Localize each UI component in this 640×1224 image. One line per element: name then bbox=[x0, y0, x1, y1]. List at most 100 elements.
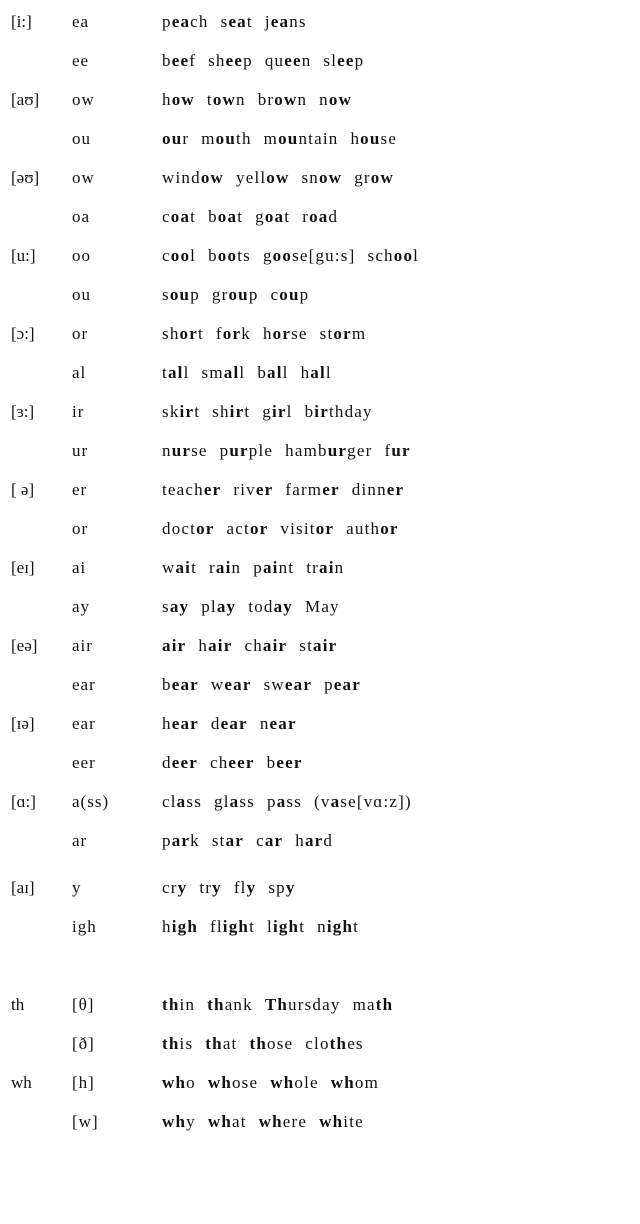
consonant-row: wh [h] who whose whole whom bbox=[0, 1069, 640, 1108]
example-word: this bbox=[162, 1034, 194, 1053]
example-word: cry bbox=[162, 878, 188, 897]
example-word: swear bbox=[263, 675, 313, 694]
vowel-row: [əʊ] ow window yellow snow grow bbox=[0, 164, 640, 203]
example-word: whom bbox=[330, 1073, 380, 1092]
example-words: our mouth mountain house bbox=[162, 125, 409, 153]
example-word: chair bbox=[244, 636, 288, 655]
spelling-pattern: ou bbox=[72, 129, 91, 148]
ipa-symbol: [h] bbox=[72, 1073, 95, 1092]
example-word: mountain bbox=[263, 129, 339, 148]
example-words: air hair chair stair bbox=[162, 632, 349, 660]
example-word: night bbox=[317, 917, 360, 936]
spelling-pattern: oa bbox=[72, 207, 91, 226]
consonant-row: [w] why what where white bbox=[0, 1108, 640, 1147]
example-words: how town brown now bbox=[162, 86, 364, 114]
example-words: who whose whole whom bbox=[162, 1069, 391, 1097]
example-word: play bbox=[201, 597, 237, 616]
ipa-symbol: [u:] bbox=[11, 246, 36, 265]
example-word: park bbox=[162, 831, 200, 850]
example-word: coup bbox=[270, 285, 310, 304]
vowel-row: [ɪə] ear hear dear near bbox=[0, 710, 640, 749]
spelling-pattern: ur bbox=[72, 441, 89, 460]
spelling-pattern: or bbox=[72, 324, 89, 343]
example-word: boat bbox=[208, 207, 244, 226]
spelling-pattern: ear bbox=[72, 675, 96, 694]
example-word: those bbox=[249, 1034, 294, 1053]
example-word: horse bbox=[262, 324, 308, 343]
example-word: queen bbox=[264, 51, 312, 70]
example-word: birthday bbox=[304, 402, 373, 421]
example-word: bear bbox=[162, 675, 199, 694]
example-word: now bbox=[319, 90, 353, 109]
example-word: flight bbox=[209, 917, 255, 936]
spelling-pattern: or bbox=[72, 519, 89, 538]
spelling-pattern: ai bbox=[72, 558, 87, 577]
example-word: cool bbox=[162, 246, 197, 265]
example-word: try bbox=[199, 878, 222, 897]
example-word: nurse bbox=[162, 441, 208, 460]
example-words: cry try fly spy bbox=[162, 874, 308, 902]
ipa-symbol: [aɪ] bbox=[11, 878, 35, 897]
vowel-row: oa coat boat goat road bbox=[0, 203, 640, 242]
example-word: (vase[vɑ:z]) bbox=[314, 792, 412, 811]
spelling-pattern: ay bbox=[72, 597, 91, 616]
example-words: wait rain paint train bbox=[162, 554, 356, 582]
example-word: tall bbox=[162, 363, 190, 382]
example-words: park star car hard bbox=[162, 827, 345, 855]
example-word: that bbox=[205, 1034, 238, 1053]
example-word: doctor bbox=[162, 519, 215, 538]
spelling-pattern: eer bbox=[72, 753, 96, 772]
spelling-pattern: air bbox=[72, 636, 93, 655]
example-word: ball bbox=[257, 363, 289, 382]
example-words: this that those clothes bbox=[162, 1030, 376, 1058]
spelling-pattern: ea bbox=[72, 12, 90, 31]
ipa-symbol: [əʊ] bbox=[11, 168, 40, 187]
example-words: deer cheer beer bbox=[162, 749, 315, 777]
example-word: seat bbox=[220, 12, 253, 31]
example-word: visitor bbox=[280, 519, 335, 538]
vowel-row: [ ə] er teacher river farmer dinner bbox=[0, 476, 640, 515]
example-word: small bbox=[201, 363, 246, 382]
vowel-row: ou our mouth mountain house bbox=[0, 125, 640, 164]
example-word: rain bbox=[209, 558, 242, 577]
vowel-row: [aɪ] y cry try fly spy bbox=[0, 874, 640, 913]
example-word: who bbox=[162, 1073, 196, 1092]
example-word: wait bbox=[162, 558, 198, 577]
example-word: class bbox=[162, 792, 203, 811]
example-word: high bbox=[162, 917, 198, 936]
example-words: bear wear swear pear bbox=[162, 671, 373, 699]
example-word: clothes bbox=[305, 1034, 364, 1053]
example-word: brown bbox=[257, 90, 308, 109]
spelling-pattern: wh bbox=[11, 1073, 32, 1092]
example-words: skirt shirt girl birthday bbox=[162, 398, 385, 426]
example-word: boots bbox=[208, 246, 251, 265]
example-word: say bbox=[162, 597, 190, 616]
example-word: shirt bbox=[212, 402, 251, 421]
example-word: light bbox=[267, 917, 306, 936]
spelling-pattern: a(ss) bbox=[72, 792, 110, 811]
example-word: coat bbox=[162, 207, 197, 226]
example-word: today bbox=[248, 597, 293, 616]
example-word: goose[gu:s] bbox=[262, 246, 356, 265]
example-word: mouth bbox=[201, 129, 252, 148]
example-word: school bbox=[367, 246, 420, 265]
spelling-pattern: y bbox=[72, 878, 82, 897]
example-words: teacher river farmer dinner bbox=[162, 476, 416, 504]
example-word: house bbox=[350, 129, 398, 148]
example-word: soup bbox=[162, 285, 200, 304]
example-word: cheer bbox=[209, 753, 255, 772]
ipa-symbol: [aʊ] bbox=[11, 90, 40, 109]
example-word: paint bbox=[253, 558, 295, 577]
example-word: how bbox=[162, 90, 195, 109]
spelling-pattern: ear bbox=[72, 714, 96, 733]
example-word: fork bbox=[215, 324, 251, 343]
example-word: wear bbox=[210, 675, 252, 694]
example-words: hear dear near bbox=[162, 710, 309, 738]
example-word: math bbox=[352, 995, 394, 1014]
spelling-pattern: th bbox=[11, 995, 25, 1014]
example-words: nurse purple hamburger fur bbox=[162, 437, 423, 465]
example-word: whole bbox=[270, 1073, 319, 1092]
example-word: hall bbox=[300, 363, 332, 382]
example-word: hear bbox=[162, 714, 199, 733]
example-word: what bbox=[207, 1112, 247, 1131]
